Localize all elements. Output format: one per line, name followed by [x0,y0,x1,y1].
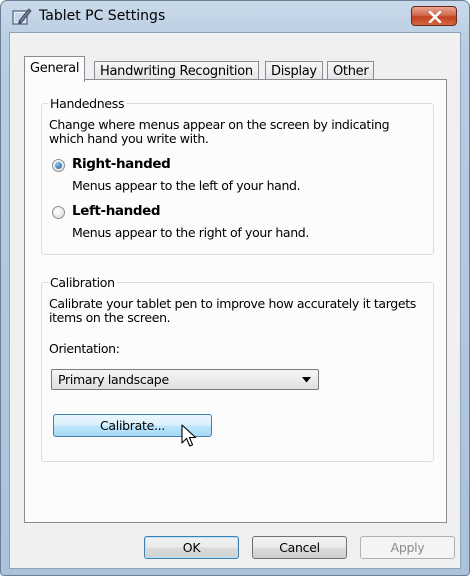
calibration-group-label: Calibration [48,275,117,290]
left-handed-description: Menus appear to the right of your hand. [72,225,310,240]
calibration-description-line1: Calibrate your tablet pen to improve how… [49,296,416,311]
radio-left-handed[interactable] [52,206,65,219]
tab-other[interactable]: Other [327,61,375,81]
handedness-group-label: Handedness [48,96,127,111]
right-handed-description: Menus appear to the left of your hand. [72,178,301,193]
window-title: Tablet PC Settings [39,8,166,24]
calibration-description-line2: items on the screen. [49,310,171,325]
title-bar[interactable]: Tablet PC Settings [1,1,469,31]
calibration-group: Calibration Calibrate your tablet pen to… [41,275,434,462]
radio-selected-dot [55,162,62,169]
tab-handwriting-recognition[interactable]: Handwriting Recognition [94,61,259,81]
orientation-label: Orientation: [49,341,120,356]
tab-general[interactable]: General [24,56,86,82]
handedness-group: Handedness Change where menus appear on … [41,96,434,255]
orientation-select[interactable]: Primary landscape [51,369,319,390]
mouse-cursor-icon [181,424,197,447]
tab-display[interactable]: Display [265,61,323,81]
calibration-description: Calibrate your tablet pen to improve how… [49,297,416,325]
handedness-description-line2: which hand you write with. [49,131,209,146]
handedness-description: Change where menus appear on the screen … [49,117,390,146]
right-handed-label[interactable]: Right-handed [72,156,171,172]
close-button[interactable] [411,6,457,26]
cancel-button[interactable]: Cancel [252,536,347,559]
chevron-down-icon [302,377,311,383]
general-tab-panel: Handedness Change where menus appear on … [24,79,447,523]
ok-button[interactable]: OK [144,536,239,559]
pen-tablet-icon [12,7,32,27]
radio-right-handed[interactable] [52,159,65,172]
orientation-select-value: Primary landscape [58,372,169,387]
apply-button[interactable]: Apply [360,536,455,559]
handedness-description-line1: Change where menus appear on the screen … [49,117,390,132]
close-icon [428,11,442,23]
left-handed-label[interactable]: Left-handed [72,203,161,219]
